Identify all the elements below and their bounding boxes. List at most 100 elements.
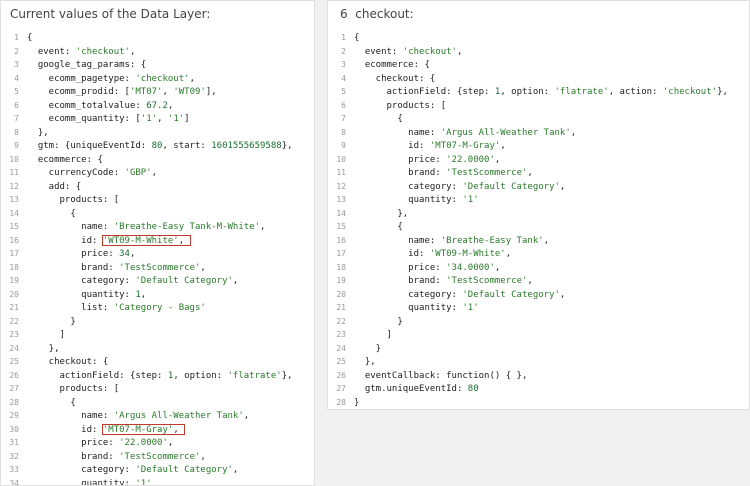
line-number: 8: [341, 127, 346, 137]
line-number: 12: [336, 181, 346, 191]
line-number: 20: [336, 289, 346, 299]
line-number: 34: [9, 478, 19, 486]
data-layer-panel: Current values of the Data Layer: 1{2 ev…: [0, 0, 315, 486]
line-number: 7: [14, 114, 19, 123]
line-number: 3: [14, 60, 19, 69]
code-line: 17 price: 34,: [4, 247, 314, 261]
line-number: 19: [336, 276, 346, 285]
code-text: id: 'MT07-M-Gray',: [27, 424, 179, 435]
code-text: actionField: {step: 1, option: 'flatrate…: [354, 87, 728, 97]
line-number: 27: [9, 384, 19, 393]
code-text: name: 'Argus All-Weather Tank',: [27, 411, 250, 421]
code-text: {: [27, 33, 33, 43]
code-line: 22 }: [4, 315, 314, 329]
code-text: ecommerce: {: [354, 60, 430, 70]
code-line: 14 {: [4, 207, 314, 221]
code-text: id: 'WT09-M-White',: [354, 249, 512, 259]
line-number: 21: [9, 303, 19, 312]
line-number: 12: [9, 181, 19, 191]
line-number: 32: [9, 451, 19, 461]
line-number: 25: [336, 357, 346, 366]
code-line: 19 category: 'Default Category',: [4, 274, 314, 288]
line-number: 24: [336, 343, 346, 353]
code-text: ecomm_totalvalue: 67.2,: [27, 100, 174, 111]
code-line: 10 price: '22.0000',: [331, 153, 749, 167]
line-number: 26: [336, 370, 346, 380]
line-number: 2: [14, 46, 19, 56]
code-text: brand: 'TestScommerce',: [354, 276, 533, 286]
code-text: products: [: [27, 195, 120, 205]
line-number: 11: [336, 168, 346, 177]
code-text: ]: [27, 330, 65, 340]
line-number: 19: [9, 276, 19, 285]
line-number: 23: [9, 330, 19, 339]
code-line: 6 products: [: [331, 99, 749, 113]
line-number: 17: [336, 249, 346, 258]
code-line: 5 ecomm_prodid: ['MT07', 'WT09'],: [4, 85, 314, 99]
checkout-event-title: 6 checkout:: [340, 7, 414, 21]
code-text: name: 'Breathe-Easy Tank',: [354, 235, 550, 246]
line-number: 13: [336, 195, 346, 204]
code-line: 24 },: [4, 342, 314, 356]
code-text: checkout: {: [354, 73, 436, 84]
line-number: 6: [341, 100, 346, 110]
code-text: category: 'Default Category',: [354, 289, 566, 300]
code-text: }: [354, 316, 403, 327]
line-number: 22: [336, 316, 346, 326]
line-number: 1: [341, 33, 346, 42]
code-line: 9 gtm: {uniqueEventId: 80, start: 160155…: [4, 139, 314, 153]
line-number: 22: [9, 316, 19, 326]
code-line: 11 currencyCode: 'GBP',: [4, 166, 314, 180]
line-number: 3: [341, 60, 346, 69]
line-number: 5: [341, 87, 346, 96]
code-line: 24 }: [331, 342, 749, 356]
line-number: 20: [9, 289, 19, 299]
code-line: 19 brand: 'TestScommerce',: [331, 274, 749, 288]
code-text: }: [27, 316, 76, 327]
code-text: eventCallback: function() { },: [354, 370, 528, 381]
code-line: 30 id: 'MT07-M-Gray',: [4, 423, 314, 437]
code-text: ]: [354, 330, 392, 340]
code-text: quantity: 1,: [27, 289, 147, 300]
code-text: gtm.uniqueEventId: 80: [354, 384, 479, 394]
code-text: ecomm_pagetype: 'checkout',: [27, 73, 195, 84]
code-text: category: 'Default Category',: [27, 276, 239, 286]
event-name: checkout:: [355, 7, 414, 21]
code-text: }: [354, 397, 360, 408]
code-line: 31 price: '22.0000',: [4, 436, 314, 450]
code-text: {: [354, 222, 403, 232]
code-text: ecomm_prodid: ['MT07', 'WT09'],: [27, 87, 217, 97]
code-text: ecomm_quantity: ['1', '1']: [27, 114, 190, 124]
code-text: actionField: {step: 1, option: 'flatrate…: [27, 370, 293, 381]
line-number: 9: [341, 141, 346, 150]
code-line: 12 category: 'Default Category',: [331, 180, 749, 194]
code-line: 1{: [331, 31, 749, 45]
line-number: 7: [341, 114, 346, 123]
code-text: price: 34,: [27, 249, 136, 259]
line-number: 1: [14, 33, 19, 42]
code-text: quantity: '1': [27, 478, 152, 486]
code-line: 4 checkout: {: [331, 72, 749, 86]
code-text: currencyCode: 'GBP',: [27, 168, 158, 178]
code-line: 22 }: [331, 315, 749, 329]
code-line: 7 {: [331, 112, 749, 126]
code-line: 25 checkout: {: [4, 355, 314, 369]
code-line: 23 ]: [4, 328, 314, 342]
code-line: 1{: [4, 31, 314, 45]
code-text: checkout: {: [27, 357, 109, 367]
line-number: 24: [9, 343, 19, 353]
code-text: products: [: [27, 384, 120, 394]
line-number: 18: [336, 262, 346, 272]
code-text: {: [354, 114, 403, 124]
code-line: 23 ]: [331, 328, 749, 342]
code-text: list: 'Category - Bags': [27, 303, 206, 313]
line-number: 28: [336, 397, 346, 407]
code-text: add: {: [27, 181, 82, 192]
code-line: 17 id: 'WT09-M-White',: [331, 247, 749, 261]
code-text: gtm: {uniqueEventId: 80, start: 16015556…: [27, 141, 293, 151]
code-line: 21 quantity: '1': [331, 301, 749, 315]
code-text: products: [: [354, 100, 447, 111]
line-number: 21: [336, 303, 346, 312]
code-text: price: '22.0000',: [354, 154, 501, 165]
code-line: 27 gtm.uniqueEventId: 80: [331, 382, 749, 396]
